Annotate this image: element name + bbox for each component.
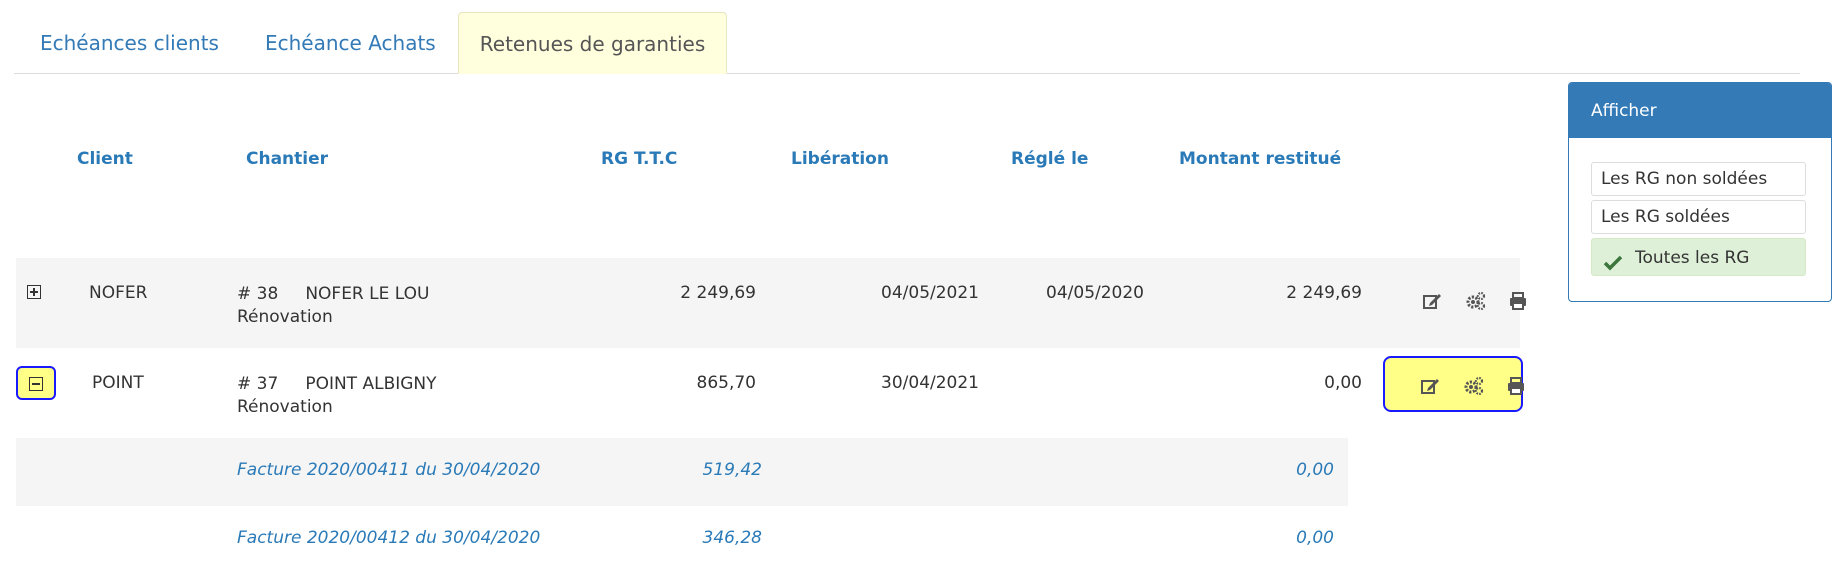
invoice-rg-ttc: 519,42 <box>702 460 762 480</box>
filter-panel-title: Afficher <box>1569 83 1831 138</box>
filter-option-soldees[interactable]: Les RG soldées <box>1591 200 1806 234</box>
plus-square-icon[interactable] <box>27 285 41 299</box>
invoice-link[interactable]: Facture 2020/00412 du 30/04/2020 <box>237 528 540 548</box>
edit-icon[interactable] <box>1419 375 1441 397</box>
chantier-number: # 37 <box>237 374 279 394</box>
tab-bar: Echéances clients Echéance Achats Retenu… <box>14 12 1800 74</box>
row-actions <box>1383 356 1524 412</box>
regle-le-date: 04/05/2020 <box>1046 283 1144 303</box>
filter-panel: Afficher Les RG non soldées Les RG soldé… <box>1568 82 1832 302</box>
table-row: POINT # 37 POINT ALBIGNY Rénovation 865,… <box>16 348 1524 438</box>
rg-ttc-value: 2 249,69 <box>680 283 756 303</box>
tab-echeances-clients[interactable]: Echéances clients <box>40 12 219 73</box>
print-icon[interactable] <box>1505 375 1527 397</box>
chantier-cell: # 38 NOFER LE LOU Rénovation <box>237 283 429 329</box>
row-actions <box>1385 276 1526 328</box>
gears-icon[interactable] <box>1463 375 1485 397</box>
gears-icon[interactable] <box>1465 290 1487 312</box>
montant-restitue-value: 0,00 <box>1324 373 1362 393</box>
invoice-row: Facture 2020/00411 du 30/04/2020 519,42 … <box>16 438 1348 506</box>
chantier-number: # 38 <box>237 284 279 304</box>
invoice-link[interactable]: Facture 2020/00411 du 30/04/2020 <box>237 460 540 480</box>
liberation-date: 04/05/2021 <box>881 283 979 303</box>
table-row: NOFER # 38 NOFER LE LOU Rénovation 2 249… <box>16 258 1526 348</box>
filter-option-non-soldees[interactable]: Les RG non soldées <box>1591 162 1806 196</box>
liberation-date: 30/04/2021 <box>881 373 979 393</box>
client-name: NOFER <box>89 283 148 303</box>
chantier-name: NOFER LE LOU <box>305 284 430 304</box>
column-header-regle-le[interactable]: Réglé le <box>1011 149 1088 169</box>
chantier-name: POINT ALBIGNY <box>305 374 437 394</box>
column-header-client[interactable]: Client <box>77 149 133 169</box>
invoice-rg-ttc: 346,28 <box>702 528 762 548</box>
client-name: POINT <box>92 373 144 393</box>
collapse-toggle[interactable] <box>16 366 56 400</box>
column-header-liberation[interactable]: Libération <box>791 149 889 169</box>
invoice-row: Facture 2020/00412 du 30/04/2020 346,28 … <box>16 506 1348 572</box>
tab-retenues-de-garanties[interactable]: Retenues de garanties <box>458 12 727 74</box>
print-icon[interactable] <box>1507 290 1529 312</box>
chantier-type: Rénovation <box>237 307 333 327</box>
column-header-montant-restitue[interactable]: Montant restitué <box>1179 149 1341 169</box>
column-header-chantier[interactable]: Chantier <box>246 149 328 169</box>
tab-echeance-achats[interactable]: Echéance Achats <box>265 12 436 73</box>
chantier-cell: # 37 POINT ALBIGNY Rénovation <box>237 373 437 419</box>
montant-restitue-value: 2 249,69 <box>1286 283 1362 303</box>
edit-icon[interactable] <box>1421 290 1443 312</box>
filter-option-label: Toutes les RG <box>1635 248 1750 268</box>
invoice-montant-restitue: 0,00 <box>1296 528 1334 548</box>
column-header-rg-ttc[interactable]: RG T.T.C <box>601 149 677 169</box>
rg-ttc-value: 865,70 <box>696 373 756 393</box>
minus-square-icon[interactable] <box>29 377 43 391</box>
check-icon <box>1603 248 1623 271</box>
invoice-montant-restitue: 0,00 <box>1296 460 1334 480</box>
chantier-type: Rénovation <box>237 397 333 417</box>
filter-option-toutes[interactable]: Toutes les RG <box>1591 238 1806 276</box>
